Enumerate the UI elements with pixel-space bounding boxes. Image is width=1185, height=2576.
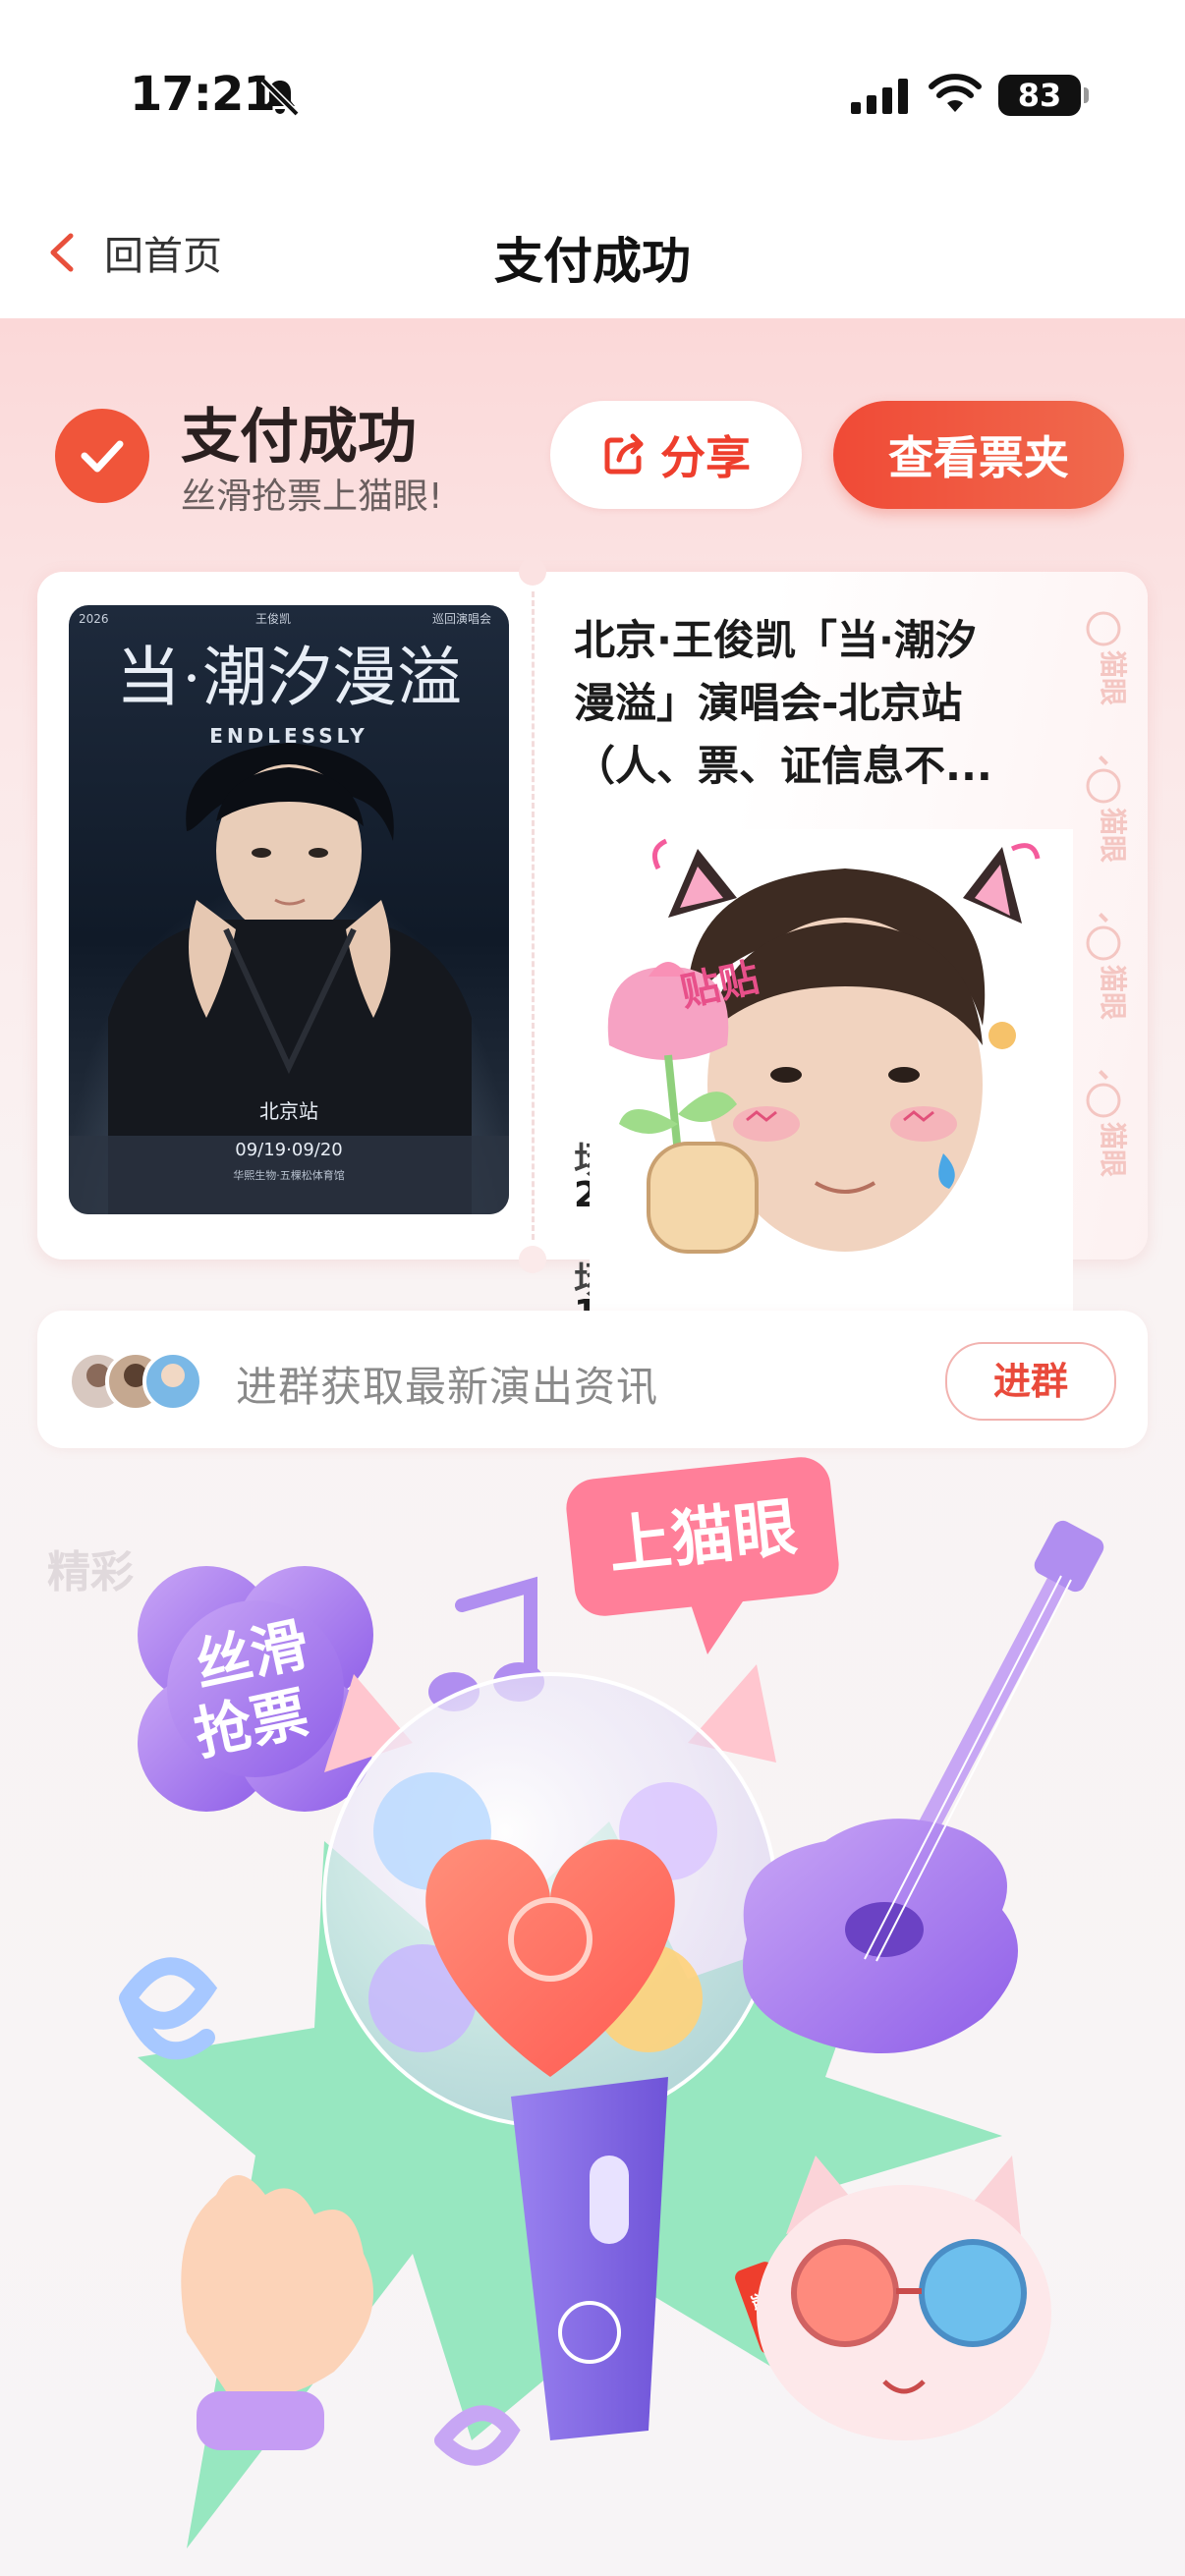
ticket-notch [519,558,546,586]
poster-venue: 华熙生物·五棵松体育馆 [233,1168,345,1182]
rock-hand-icon [181,2175,373,2450]
wifi-icon [929,74,982,112]
event-poster[interactable]: 2026 王俊凯 巡回演唱会 当·潮汐漫溢 ENDLESSLY 北京站 09/1… [69,605,509,1214]
share-label: 分享 [660,431,751,484]
poster-year: 2026 [79,612,109,626]
poster-tour: 巡回演唱会 [432,611,491,626]
page-title: 支付成功 [494,233,691,290]
event-title[interactable]: 北京·王俊凯「当·潮汐 漫溢」演唱会-北京站 （人、票、证信息不... [574,609,1065,798]
main-content: 支付成功 丝滑抢票上猫眼! 分享 查看票夹 2026 王俊凯 巡回演唱会 当·潮… [0,318,1185,2576]
guitar-icon [743,1520,1104,2053]
battery-indicator: 83 [998,75,1089,116]
stub-text: 猫眼 [1097,650,1128,705]
status-time: 17:21 [130,67,276,122]
poster-artist: 王俊凯 [255,611,291,626]
member-avatars [68,1351,203,1412]
maoyan-stub-pattern: 猫眼 猫眼 猫眼 猫眼 [1086,611,1128,1177]
ticket-perforation [532,591,535,1240]
cat-ear-face-sticker: 贴贴 [590,829,1073,1340]
stub-text: 猫眼 [1097,1122,1128,1177]
bell-slash-icon [260,78,300,117]
glass-bubble-heart [322,1664,778,2128]
nav-bar: 回首页 支付成功 [0,187,1185,318]
cellular-signal-icon [851,79,908,114]
group-chat-text: 进群获取最新演出资讯 [236,1363,659,1411]
cat-with-glasses-icon [757,2156,1051,2440]
share-button[interactable]: 分享 [550,401,802,509]
stub-text: 猫眼 [1097,808,1128,863]
status-bar: 17:21 83 [0,0,1185,187]
poster-title-cn: 当·潮汐漫溢 [116,643,462,714]
success-title: 支付成功 [181,403,417,472]
success-subtitle: 丝滑抢票上猫眼! [181,476,443,517]
view-ticket-wallet-button[interactable]: 查看票夹 [833,401,1124,509]
promo-illustration[interactable]: 丝滑 抢票 上猫眼 [0,1448,1185,2576]
poster-dates: 09/19·09/20 [235,1140,342,1160]
stub-text: 猫眼 [1097,965,1128,1020]
smooth-grab-badge: 丝滑 抢票 [138,1566,373,1812]
ticket-notch [519,1246,546,1273]
share-icon [604,433,644,475]
join-group-button[interactable]: 进群 [945,1342,1116,1421]
success-check-icon [55,409,149,503]
speech-bubble: 上猫眼 [566,1457,839,1654]
poster-city: 北京站 [259,1099,318,1123]
group-chat-banner[interactable]: 进群获取最新演出资讯 进群 [37,1311,1148,1448]
